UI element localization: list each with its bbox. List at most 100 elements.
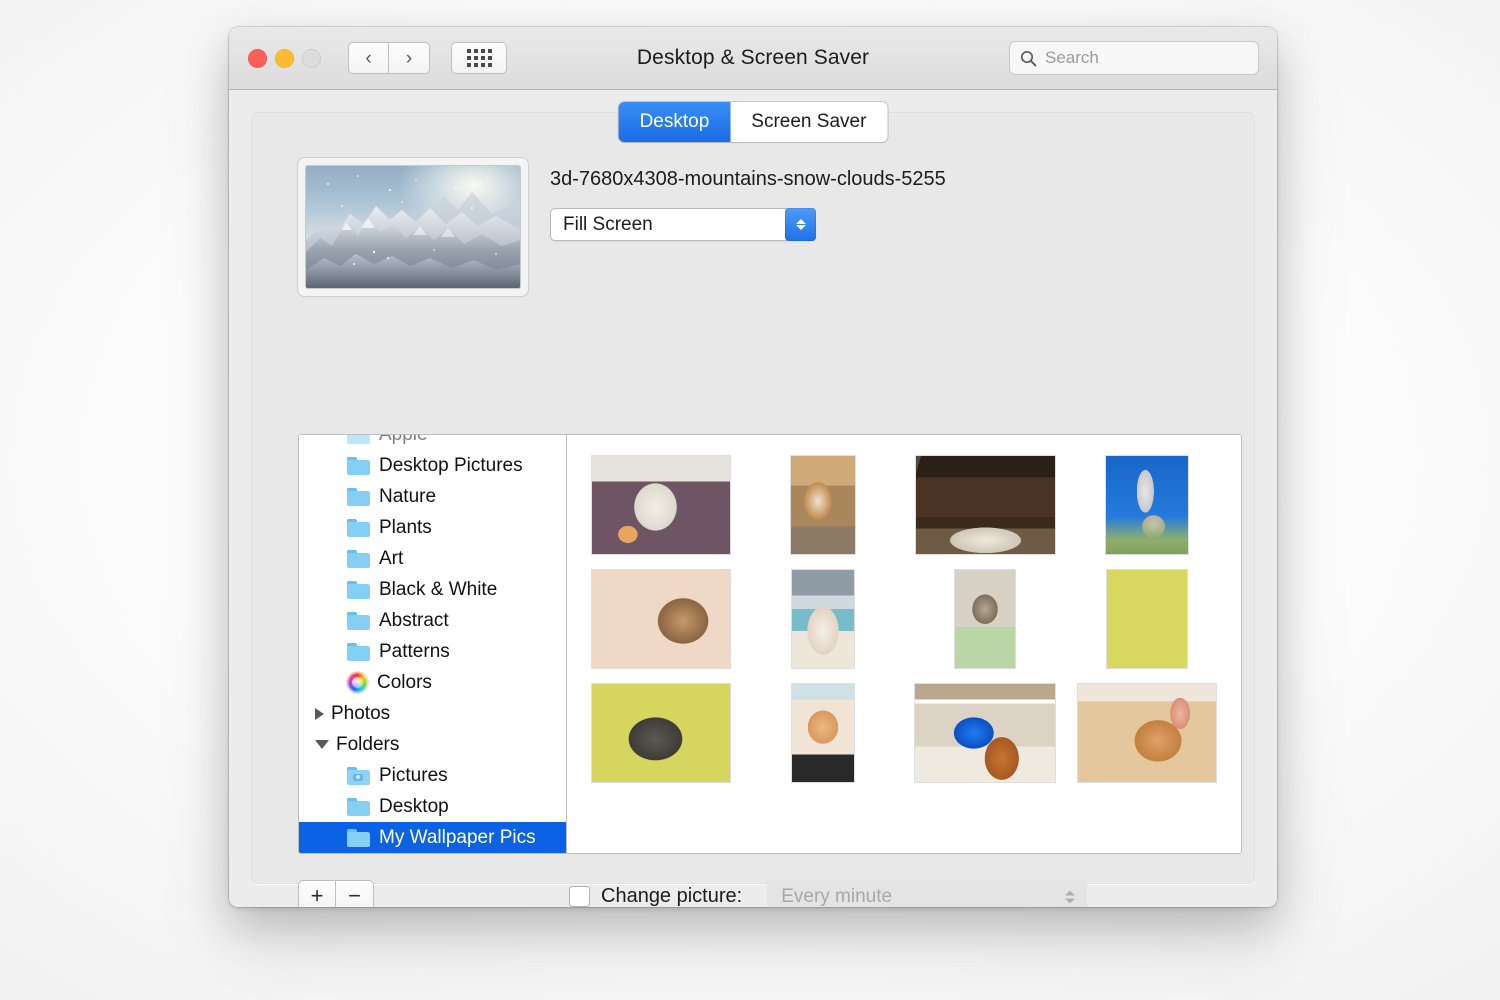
thumbnail-image[interactable]	[792, 570, 854, 668]
fit-mode-popup-button[interactable]: Fill Screen	[550, 208, 816, 241]
change-picture-checkbox[interactable]	[569, 886, 590, 907]
close-button[interactable]	[248, 48, 267, 68]
sidebar-item-label: Plants	[379, 516, 432, 538]
sidebar-item-desktop[interactable]: Desktop	[299, 791, 566, 822]
preferences-window: ‹ › Desktop & Screen Saver Search Deskto…	[229, 27, 1277, 907]
fit-mode-value: Fill Screen	[563, 213, 653, 235]
sidebar-item-label: Desktop Pictures	[379, 454, 523, 476]
thumbnail-cell[interactable]	[580, 562, 742, 676]
folder-icon	[347, 549, 370, 568]
sidebar-group-folders[interactable]: Folders	[299, 729, 566, 760]
sidebar-item-label: Pictures	[379, 764, 448, 786]
thumbnail-image[interactable]	[915, 456, 1055, 554]
thumbnail-cell[interactable]	[742, 562, 904, 676]
change-interval-value: Every minute	[781, 885, 893, 907]
disclosure-collapsed-icon[interactable]	[315, 707, 324, 720]
thumbnail-image[interactable]	[955, 570, 1015, 668]
footer-controls: + − Change picture: Every minute Ra	[298, 870, 1219, 907]
sidebar-item-plants[interactable]: Plants	[299, 512, 566, 543]
remove-folder-button[interactable]: −	[336, 880, 374, 907]
sidebar-item-colors[interactable]: Colors	[299, 667, 566, 698]
thumbnail-cell[interactable]	[580, 448, 742, 562]
sidebar-item-label: Black & White	[379, 578, 498, 600]
folder-icon	[347, 611, 370, 630]
chevron-left-icon: ‹	[365, 47, 372, 69]
folder-icon	[347, 518, 370, 537]
folder-icon	[347, 580, 370, 599]
chevron-right-icon: ›	[405, 47, 413, 69]
tab-desktop[interactable]: Desktop	[618, 102, 731, 142]
sidebar-item-patterns[interactable]: Patterns	[299, 636, 566, 667]
folder-icon	[347, 456, 370, 475]
thumbnail-cell[interactable]	[742, 448, 904, 562]
tab-bar: Desktop Screen Saver	[618, 102, 888, 142]
thumbnail-cell[interactable]	[904, 676, 1066, 790]
navigation-button-group: ‹ ›	[348, 42, 430, 74]
folder-icon	[347, 435, 370, 444]
disclosure-expanded-icon[interactable]	[315, 740, 329, 749]
zoom-button[interactable]	[302, 48, 321, 68]
thumbnail-image[interactable]	[1107, 570, 1187, 668]
sidebar-item-pictures[interactable]: Pictures	[299, 760, 566, 791]
forward-button[interactable]: ›	[389, 42, 430, 74]
sidebar-item-clipped-top[interactable]: Apple	[299, 435, 566, 450]
folder-icon	[347, 642, 370, 661]
thumbnail-cell[interactable]	[1066, 562, 1228, 676]
sidebar-item-label: Abstract	[379, 609, 449, 631]
thumbnail-cell[interactable]	[1066, 676, 1228, 790]
wallpaper-preview-frame[interactable]	[298, 158, 528, 296]
sidebar-item-desktop-pictures[interactable]: Desktop Pictures	[299, 450, 566, 481]
thumbnail-image[interactable]	[915, 684, 1055, 782]
sidebar-item-label: Nature	[379, 485, 437, 507]
sidebar-item-label: Colors	[377, 671, 432, 693]
change-picture-row: Change picture: Every minute	[569, 880, 1088, 907]
search-field[interactable]	[1009, 41, 1259, 75]
thumbnail-image[interactable]	[792, 684, 854, 782]
thumbnail-image[interactable]	[592, 684, 730, 782]
folder-icon	[347, 828, 370, 847]
folder-icon	[347, 797, 370, 816]
thumbnail-image[interactable]	[1078, 684, 1216, 782]
thumbnail-image[interactable]	[1106, 456, 1188, 554]
window-body: Desktop Screen Saver 3d-7680x4308-mounta…	[229, 90, 1277, 907]
wallpaper-preview-image	[306, 166, 520, 288]
thumbnail-cell[interactable]	[742, 676, 904, 790]
sidebar-item-label: Art	[379, 547, 404, 569]
thumbnail-cell[interactable]	[1066, 448, 1228, 562]
thumbnail-cell[interactable]	[580, 676, 742, 790]
search-input[interactable]	[1045, 48, 1258, 68]
minimize-button[interactable]	[275, 48, 294, 68]
sidebar-item-label: Patterns	[379, 640, 450, 662]
sidebar-group-label: Folders	[336, 733, 400, 755]
folder-icon	[347, 487, 370, 506]
thumbnail-cell[interactable]	[904, 448, 1066, 562]
thumbnail-image[interactable]	[791, 456, 855, 554]
sidebar-item-nature[interactable]: Nature	[299, 481, 566, 512]
sidebar-item-black-and-white[interactable]: Black & White	[299, 574, 566, 605]
sidebar-item-label: Apple	[379, 435, 428, 446]
grid-dots-icon	[466, 49, 492, 67]
change-interval-popup-button[interactable]: Every minute	[767, 880, 1088, 907]
search-icon	[1020, 50, 1037, 66]
color-wheel-icon	[347, 672, 368, 693]
thumbnail-image[interactable]	[592, 570, 730, 668]
back-button[interactable]: ‹	[348, 42, 389, 74]
sidebar-item-art[interactable]: Art	[299, 543, 566, 574]
tab-screen-saver[interactable]: Screen Saver	[730, 102, 888, 142]
source-sidebar[interactable]: Apple Desktop Pictures Nature Plan	[299, 435, 567, 853]
wallpaper-browser: Apple Desktop Pictures Nature Plan	[298, 434, 1242, 854]
sidebar-item-my-wallpaper-pics[interactable]: My Wallpaper Pics	[299, 822, 566, 853]
add-folder-button[interactable]: +	[298, 880, 336, 907]
sidebar-item-abstract[interactable]: Abstract	[299, 605, 566, 636]
popup-stepper-icon	[785, 208, 816, 241]
pictures-folder-icon	[347, 766, 370, 785]
sidebar-scroll-content: Apple Desktop Pictures Nature Plan	[299, 435, 566, 853]
sidebar-group-photos[interactable]: Photos	[299, 698, 566, 729]
add-remove-folder-group: + −	[298, 880, 374, 907]
thumbnail-image[interactable]	[592, 456, 730, 554]
show-all-preferences-button[interactable]	[451, 42, 507, 74]
window-titlebar: ‹ › Desktop & Screen Saver	[229, 27, 1277, 90]
sidebar-group-label: Photos	[331, 702, 391, 724]
thumbnail-grid	[567, 435, 1241, 853]
thumbnail-cell[interactable]	[904, 562, 1066, 676]
